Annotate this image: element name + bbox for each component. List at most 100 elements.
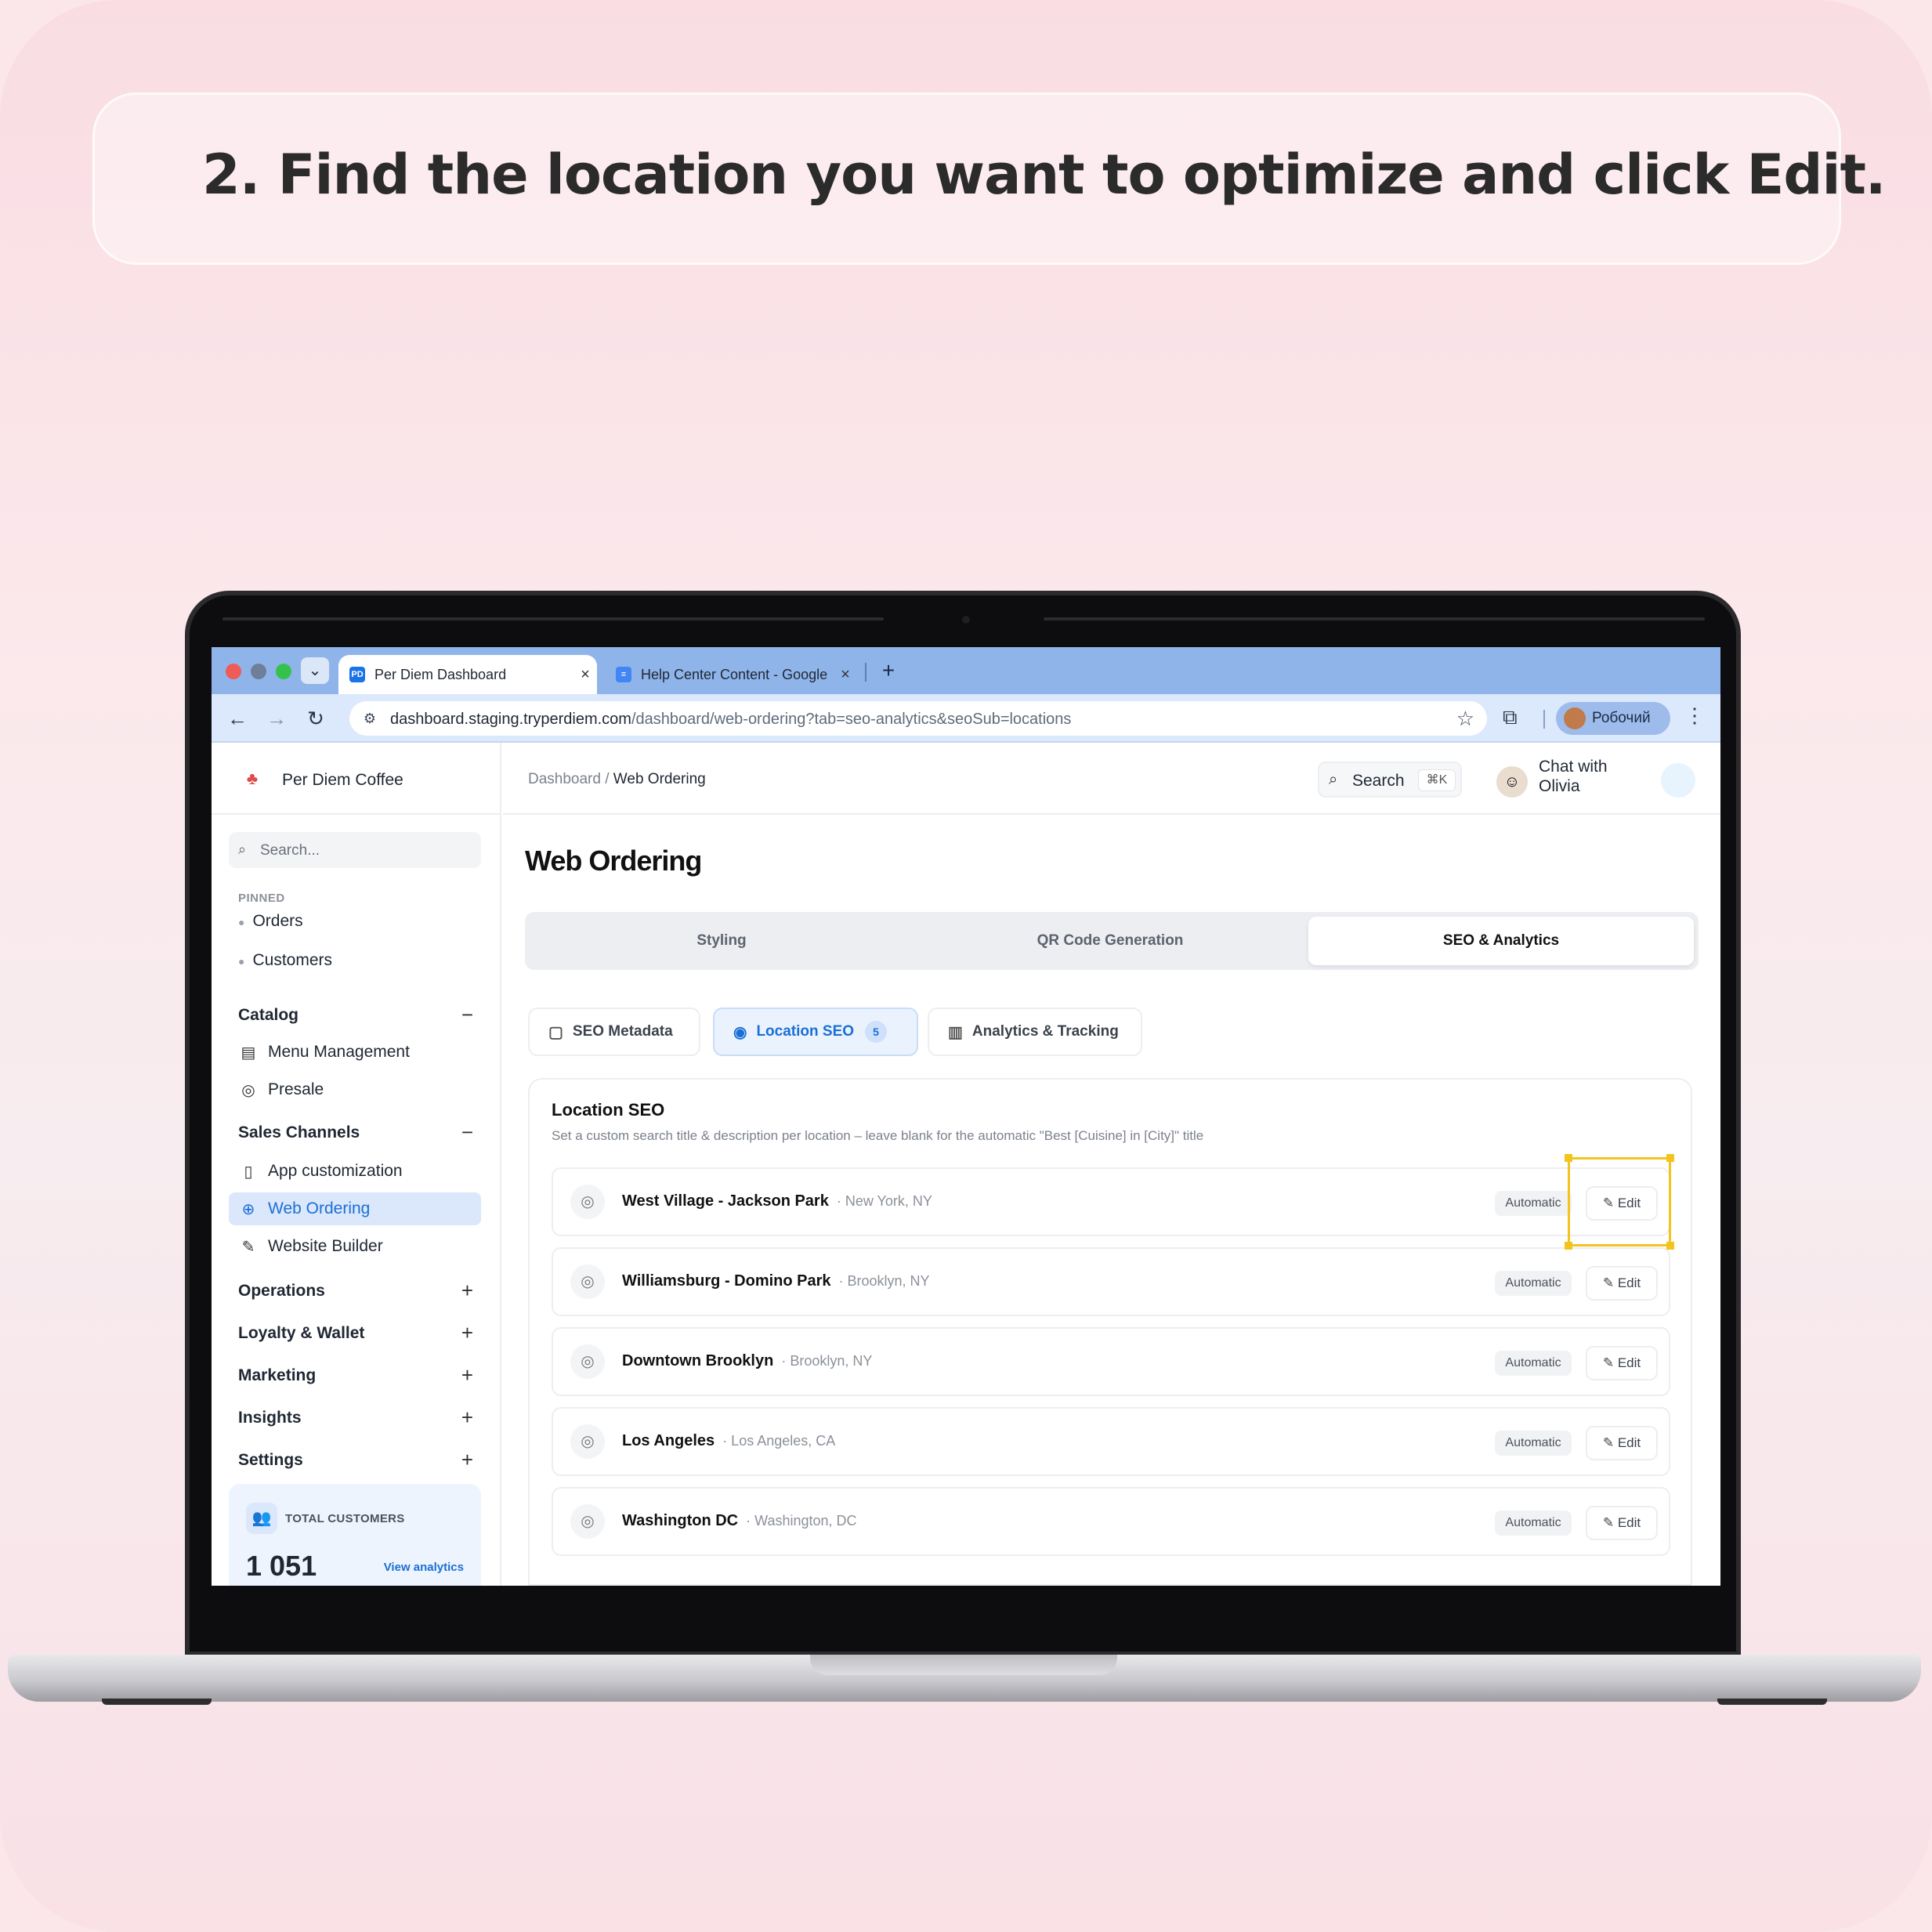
location-city: · Los Angeles, CA bbox=[722, 1433, 836, 1449]
expand-plus-icon[interactable]: + bbox=[461, 1363, 473, 1387]
close-tab-icon[interactable]: × bbox=[834, 666, 857, 684]
extensions-puzzle-icon[interactable]: ⧉ bbox=[1503, 705, 1518, 730]
location-name: West Village - Jackson Park · New York, N… bbox=[622, 1192, 932, 1210]
users-icon: 👥 bbox=[246, 1503, 277, 1534]
main-tabs: Styling QR Code Generation SEO & Analyti… bbox=[525, 912, 1699, 970]
browser-tab-per-diem[interactable]: PD Per Diem Dashboard × bbox=[338, 655, 597, 694]
expand-plus-icon[interactable]: + bbox=[461, 1279, 473, 1303]
page-title: Web Ordering bbox=[525, 845, 702, 877]
globe-icon: ⊕ bbox=[241, 1200, 255, 1218]
sidebar-search-input[interactable]: ⌕ Search... bbox=[229, 832, 481, 868]
total-customers-card: 👥 TOTAL CUSTOMERS 1 051 View analytics bbox=[229, 1484, 481, 1586]
expand-plus-icon[interactable]: + bbox=[461, 1406, 473, 1430]
back-arrow-icon[interactable]: ← bbox=[223, 704, 252, 733]
edit-button[interactable]: ✎ Edit bbox=[1586, 1426, 1658, 1460]
subtab-location-seo[interactable]: ◉ Location SEO 5 bbox=[713, 1008, 918, 1056]
caption-text: 2. Find the location you want to optimiz… bbox=[202, 143, 1887, 207]
subtab-label: Analytics & Tracking bbox=[971, 1023, 1119, 1040]
search-label: Search bbox=[1352, 772, 1405, 790]
browser-tabbar: ⌄ PD Per Diem Dashboard × ≡ Help Center … bbox=[212, 647, 1720, 694]
edit-button[interactable]: ✎ Edit bbox=[1586, 1266, 1658, 1301]
edit-button[interactable]: ✎ Edit bbox=[1586, 1506, 1658, 1540]
breadcrumb: Dashboard / Web Ordering bbox=[528, 771, 706, 788]
brand-name: Per Diem Coffee bbox=[282, 771, 403, 789]
forward-arrow-icon[interactable]: → bbox=[262, 704, 291, 733]
sidebar-section-loyalty-wallet[interactable]: Loyalty & Wallet + bbox=[238, 1321, 473, 1345]
camera-icon bbox=[962, 616, 970, 624]
browser-menu-kebab-icon[interactable]: ⋮ bbox=[1684, 704, 1705, 728]
location-row: ◎ West Village - Jackson Park · New York,… bbox=[552, 1167, 1670, 1236]
status-badge: Automatic bbox=[1495, 1511, 1572, 1536]
location-row: ◎ Washington DC · Washington, DC Automati… bbox=[552, 1487, 1670, 1556]
location-city: · Brooklyn, NY bbox=[781, 1353, 873, 1369]
sidebar-item-website-builder[interactable]: ✎ Website Builder bbox=[229, 1230, 481, 1263]
browser-tab-help-center[interactable]: ≡ Help Center Content - Google × bbox=[605, 655, 857, 694]
location-pin-icon: ◎ bbox=[570, 1424, 605, 1459]
section-label: Loyalty & Wallet bbox=[238, 1324, 365, 1342]
sidebar-section-settings[interactable]: Settings + bbox=[238, 1448, 473, 1472]
address-bar[interactable]: ⚙ dashboard.staging.tryperdiem.com/dashb… bbox=[349, 701, 1487, 736]
subtab-seo-metadata[interactable]: ▢ SEO Metadata bbox=[528, 1008, 700, 1056]
tab-label: Per Diem Dashboard bbox=[374, 666, 507, 682]
reload-icon[interactable]: ↻ bbox=[301, 704, 331, 733]
search-icon: ⌕ bbox=[1329, 771, 1338, 788]
sidebar-section-catalog[interactable]: Catalog − bbox=[238, 1003, 473, 1027]
edit-highlight-box bbox=[1565, 1154, 1674, 1250]
section-label: Sales Channels bbox=[238, 1123, 360, 1141]
brand-header[interactable]: ♣ Per Diem Coffee bbox=[212, 743, 500, 815]
sidebar-section-operations[interactable]: Operations + bbox=[238, 1279, 473, 1303]
window-close-icon[interactable] bbox=[226, 664, 241, 679]
profile-button[interactable]: Робочий bbox=[1556, 702, 1670, 735]
window-minimize-icon[interactable] bbox=[251, 664, 266, 679]
status-badge: Automatic bbox=[1495, 1351, 1572, 1376]
profile-avatar bbox=[1564, 707, 1586, 729]
window-maximize-icon[interactable] bbox=[276, 664, 291, 679]
edit-button[interactable]: ✎ Edit bbox=[1586, 1346, 1658, 1380]
laptop-foot-right bbox=[1717, 1699, 1827, 1705]
sidebar-item-app-customization[interactable]: ▯ App customization bbox=[229, 1155, 481, 1188]
bookmark-star-icon[interactable]: ☆ bbox=[1456, 707, 1474, 731]
user-avatar[interactable] bbox=[1661, 763, 1695, 798]
expand-plus-icon[interactable]: + bbox=[461, 1448, 473, 1472]
status-badge: Automatic bbox=[1495, 1191, 1572, 1216]
highlight-corner bbox=[1666, 1242, 1674, 1250]
document-icon: ▢ bbox=[548, 1023, 563, 1041]
sidebar-section-marketing[interactable]: Marketing + bbox=[238, 1363, 473, 1387]
tab-list-chevron-down-icon[interactable]: ⌄ bbox=[301, 657, 329, 684]
tab-styling[interactable]: Styling bbox=[530, 917, 914, 965]
expand-plus-icon[interactable]: + bbox=[461, 1321, 473, 1345]
section-label: Operations bbox=[238, 1282, 325, 1300]
chat-with-olivia-button[interactable]: Chat with Olivia bbox=[1539, 757, 1633, 796]
sidebar-section-insights[interactable]: Insights + bbox=[238, 1406, 473, 1430]
laptop-notch bbox=[810, 1655, 1117, 1675]
sidebar-item-orders[interactable]: ● Orders bbox=[238, 912, 303, 931]
site-settings-icon[interactable]: ⚙ bbox=[360, 709, 379, 728]
sidebar-item-menu-management[interactable]: ▤ Menu Management bbox=[229, 1036, 481, 1069]
subtab-analytics-tracking[interactable]: ▥ Analytics & Tracking bbox=[928, 1008, 1142, 1056]
tab-qr-code-generation[interactable]: QR Code Generation bbox=[918, 917, 1302, 965]
tab-seo-analytics[interactable]: SEO & Analytics bbox=[1308, 917, 1694, 965]
location-name-text: Downtown Brooklyn bbox=[622, 1352, 774, 1369]
view-analytics-link[interactable]: View analytics bbox=[384, 1561, 464, 1574]
bullet-icon: ● bbox=[238, 916, 245, 928]
app-topbar: Dashboard / Web Ordering ⌕ Search ⌘K ☺ C… bbox=[503, 743, 1720, 815]
breadcrumb-dashboard[interactable]: Dashboard bbox=[528, 771, 601, 787]
tab-label: Help Center Content - Google bbox=[641, 666, 828, 682]
highlight-corner bbox=[1666, 1154, 1674, 1162]
collapse-minus-icon[interactable]: − bbox=[461, 1003, 473, 1027]
sidebar-item-presale[interactable]: ◎ Presale bbox=[229, 1073, 481, 1106]
sidebar-section-sales-channels[interactable]: Sales Channels − bbox=[238, 1120, 473, 1145]
laptop-foot-left bbox=[102, 1699, 212, 1705]
location-pin-icon: ◎ bbox=[570, 1504, 605, 1539]
sidebar-item-web-ordering[interactable]: ⊕ Web Ordering bbox=[229, 1192, 481, 1225]
sidebar-item-customers[interactable]: ● Customers bbox=[238, 951, 332, 970]
shortcut-badge: ⌘K bbox=[1418, 769, 1456, 791]
section-label: Catalog bbox=[238, 1006, 299, 1024]
location-name-text: West Village - Jackson Park bbox=[622, 1192, 829, 1210]
global-search-button[interactable]: ⌕ Search ⌘K bbox=[1318, 762, 1462, 798]
olivia-avatar[interactable]: ☺ bbox=[1496, 766, 1528, 798]
new-tab-plus-icon[interactable]: + bbox=[874, 657, 903, 685]
tab-separator bbox=[865, 663, 867, 682]
collapse-minus-icon[interactable]: − bbox=[461, 1120, 473, 1145]
close-tab-icon[interactable]: × bbox=[573, 666, 597, 684]
